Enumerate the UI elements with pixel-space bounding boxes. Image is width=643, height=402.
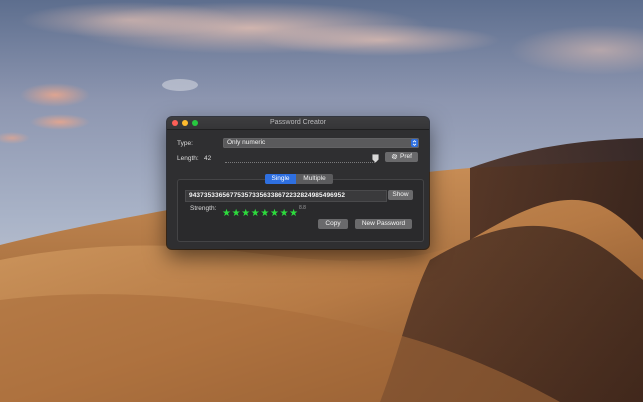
star-icon: ★: [289, 208, 299, 219]
length-slider-track[interactable]: [225, 162, 375, 163]
type-select[interactable]: Only numeric: [223, 138, 419, 148]
type-label: Type:: [177, 140, 193, 147]
gear-icon: [391, 153, 398, 160]
length-label: Length:: [177, 155, 199, 162]
star-icon: ★: [250, 208, 260, 219]
star-icon: ★: [279, 208, 289, 219]
strength-stars: ★★★★★★★★: [222, 203, 299, 219]
star-icon: ★: [269, 208, 279, 219]
tab-single[interactable]: Single: [265, 174, 296, 184]
title-bar[interactable]: Password Creator: [167, 117, 429, 130]
star-icon: ★: [241, 208, 251, 219]
show-button[interactable]: Show: [388, 190, 413, 200]
strength-value: 8.8: [299, 205, 306, 211]
star-icon: ★: [231, 208, 241, 219]
pref-button[interactable]: Pref: [385, 152, 418, 162]
star-icon: ★: [260, 208, 270, 219]
mode-segmented-control[interactable]: Single Multiple: [265, 174, 333, 184]
password-value: 9437353365677535733563386722328249854969…: [189, 192, 346, 199]
window-title: Password Creator: [269, 119, 327, 126]
new-password-button[interactable]: New Password: [355, 219, 412, 229]
password-creator-window: Password Creator Type: Only numeric Leng…: [167, 117, 429, 249]
password-field[interactable]: 9437353365677535733563386722328249854969…: [185, 190, 387, 202]
star-icon: ★: [222, 208, 231, 219]
length-value: 42: [204, 155, 212, 162]
copy-button[interactable]: Copy: [318, 219, 348, 229]
tab-multiple[interactable]: Multiple: [296, 174, 333, 184]
strength-label: Strength:: [190, 205, 217, 212]
pref-button-label: Pref: [400, 153, 412, 160]
type-select-value: Only numeric: [227, 139, 266, 146]
length-slider-knob[interactable]: [372, 154, 379, 163]
up-down-chevron-icon: [411, 139, 418, 147]
